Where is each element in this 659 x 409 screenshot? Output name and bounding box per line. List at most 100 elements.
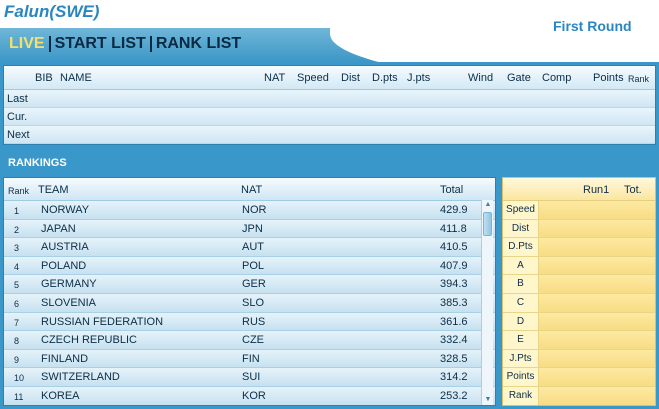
col-gate: Gate (507, 72, 531, 84)
detail-row-value (539, 201, 655, 219)
detail-row: J.Pts (503, 349, 655, 369)
detail-row-value (539, 293, 655, 312)
venue-title: Falun(SWE) (4, 2, 100, 21)
col-dpts: D.pts (372, 72, 398, 84)
detail-row: E (503, 331, 655, 350)
live-header: BIB NAME NAT Speed Dist D.pts J.pts Wind… (4, 66, 655, 90)
col-wind: Wind (468, 72, 494, 84)
rank-cell: 2 (14, 224, 20, 235)
rank-col-rank: Rank (8, 186, 30, 196)
team-cell: SWITZERLAND (41, 371, 120, 384)
total-cell: 411.8 (440, 222, 467, 235)
detail-row-label: C (503, 293, 539, 312)
live-row-current: Cur. (4, 108, 655, 126)
tab-rank-list[interactable]: RANK LIST (153, 35, 244, 53)
detail-row: A (503, 256, 655, 276)
detail-row: D (503, 312, 655, 332)
detail-row-value (539, 275, 655, 293)
detail-row-label: B (503, 275, 539, 293)
detail-row-label: J.Pts (503, 349, 539, 368)
rank-col-team: TEAM (38, 184, 69, 196)
total-cell: 394.3 (440, 278, 468, 291)
team-cell: FINLAND (41, 352, 89, 365)
rank-cell: 1 (14, 206, 20, 216)
total-cell: 429.9 (440, 204, 468, 216)
col-bib: BIB (35, 72, 53, 84)
table-row[interactable]: 8 CZECH REPUBLIC CZE 332.4 (4, 331, 495, 350)
total-cell: 407.9 (440, 259, 468, 272)
scroll-thumb[interactable] (483, 212, 492, 236)
total-cell: 385.3 (440, 296, 468, 309)
tab-live[interactable]: LIVE (6, 35, 48, 53)
rank-cell: 4 (14, 261, 20, 272)
nat-cell: KOR (242, 389, 266, 402)
detail-row-value (539, 331, 655, 349)
team-cell: JAPAN (41, 222, 76, 235)
col-jpts: J.pts (407, 72, 431, 84)
col-rank: Rank (628, 74, 650, 84)
nat-cell: FIN (242, 352, 260, 365)
col-dist: Dist (341, 72, 360, 84)
detail-rows: Speed Dist D.Pts A B C D E J.Pts Points Rank (503, 201, 655, 405)
live-row-last: Last (4, 90, 655, 108)
rank-cell: 3 (14, 243, 20, 254)
rank-col-nat: NAT (241, 184, 263, 196)
nat-cell: NOR (242, 204, 267, 216)
nat-cell: SLO (242, 296, 265, 309)
detail-row-value (539, 238, 655, 256)
rank-cell: 10 (14, 373, 25, 384)
col-points: Points (593, 72, 624, 84)
table-row[interactable]: 5 GERMANY GER 394.3 (4, 275, 495, 294)
rankings-header: Rank TEAM NAT Total (4, 178, 495, 201)
total-cell: 332.4 (440, 334, 468, 347)
nat-cell: CZE (242, 334, 264, 347)
detail-row-label: D.Pts (503, 238, 539, 256)
detail-header: Run1 Tot. (503, 178, 655, 201)
detail-row: B (503, 275, 655, 294)
rankings-title: RANKINGS (8, 157, 67, 169)
detail-row-label: A (503, 256, 539, 275)
total-cell: 328.5 (440, 352, 468, 365)
table-row[interactable]: 4 POLAND POL 407.9 (4, 256, 495, 276)
rank-cell: 11 (14, 391, 24, 402)
detail-row-value (539, 219, 655, 238)
scroll-down-icon[interactable]: ▼ (482, 395, 494, 405)
detail-row: D.Pts (503, 238, 655, 257)
team-cell: POLAND (41, 259, 87, 272)
rankings-scrollbar[interactable]: ▲ ▼ (481, 200, 493, 405)
nav-tabs: LIVE START LIST RANK LIST (6, 35, 244, 53)
col-nat: NAT (264, 72, 286, 84)
detail-row-value (539, 368, 655, 386)
table-row[interactable]: 11 KOREA KOR 253.2 (4, 386, 495, 405)
live-panel: BIB NAME NAT Speed Dist D.pts J.pts Wind… (3, 65, 656, 145)
rank-cell: 7 (14, 317, 20, 328)
team-cell: AUSTRIA (41, 241, 89, 254)
scroll-up-icon[interactable]: ▲ (482, 200, 494, 210)
detail-row-value (539, 386, 655, 405)
rank-cell: 8 (14, 336, 20, 347)
col-name: NAME (60, 72, 92, 84)
detail-col-tot: Tot. (624, 184, 642, 196)
nat-cell: SUI (242, 371, 261, 384)
detail-row-value (539, 349, 655, 368)
col-speed: Speed (297, 72, 329, 84)
table-row[interactable]: 1 NORWAY NOR 429.9 (4, 201, 495, 220)
detail-row-label: Points (503, 368, 539, 386)
team-cell: KOREA (41, 389, 80, 402)
table-row[interactable]: 3 AUSTRIA AUT 410.5 (4, 238, 495, 257)
tab-start-list[interactable]: START LIST (52, 35, 149, 53)
round-title: First Round (553, 18, 632, 34)
nat-cell: RUS (242, 315, 266, 328)
table-row[interactable]: 6 SLOVENIA SLO 385.3 (4, 293, 495, 313)
rank-cell: 5 (14, 280, 20, 291)
nat-cell: AUT (242, 241, 264, 254)
live-row-next: Next (4, 126, 655, 144)
table-row[interactable]: 7 RUSSIAN FEDERATION RUS 361.6 (4, 312, 495, 332)
table-row[interactable]: 2 JAPAN JPN 411.8 (4, 219, 495, 239)
rankings-table: Rank TEAM NAT Total 1 NORWAY NOR 429.9 2 JAPA… (3, 177, 496, 406)
nat-cell: POL (242, 259, 265, 272)
table-row[interactable]: 10 SWITZERLAND SUI 314.2 (4, 368, 495, 387)
rank-cell: 6 (14, 298, 20, 309)
table-row[interactable]: 9 FINLAND FIN 328.5 (4, 349, 495, 369)
detail-row-value (539, 312, 655, 331)
